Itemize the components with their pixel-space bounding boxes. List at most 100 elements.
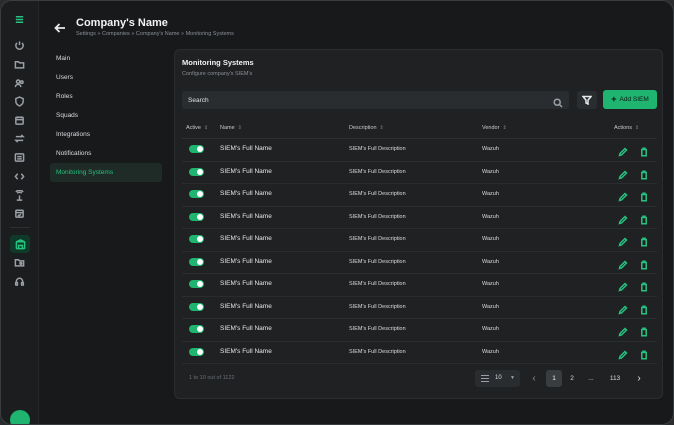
sidebar-item-squads[interactable]: Squads — [50, 106, 162, 125]
calendar-icon[interactable] — [12, 113, 27, 128]
list-icon — [481, 375, 489, 382]
siem-name: SIEM's Full Name — [220, 280, 272, 287]
page-button-1[interactable]: 1 — [546, 370, 562, 387]
trash-icon[interactable] — [639, 212, 649, 224]
edit-icon[interactable] — [618, 189, 628, 202]
prev-page-chevron-icon[interactable]: ‹ — [527, 370, 541, 387]
search-input[interactable] — [182, 91, 542, 109]
active-toggle[interactable] — [189, 190, 204, 198]
rail-divider — [10, 227, 30, 228]
sidebar-item-monitoring-systems[interactable]: Monitoring Systems — [50, 163, 162, 182]
active-toggle[interactable] — [189, 257, 204, 266]
siem-description: SIEM's Full Description — [349, 348, 406, 355]
left-rail — [1, 1, 39, 424]
settings-sidebar: Main Users Roles Squads Integrations Not… — [50, 49, 162, 182]
table-row: SIEM's Full Name SIEM's Full Description… — [182, 162, 657, 184]
edit-icon[interactable] — [618, 257, 628, 270]
active-toggle[interactable] — [189, 235, 204, 243]
trash-icon[interactable] — [639, 234, 649, 247]
siem-description: SIEM's Full Description — [349, 146, 406, 152]
edit-icon[interactable] — [618, 279, 628, 292]
sidebar-item-notifications[interactable]: Notifications — [50, 144, 162, 163]
active-toggle[interactable] — [189, 302, 204, 311]
code-icon[interactable] — [12, 169, 27, 184]
trash-icon[interactable] — [639, 324, 649, 337]
column-label: Description — [349, 125, 377, 131]
siem-vendor: Wazuh — [482, 348, 499, 355]
list-icon[interactable] — [12, 150, 27, 165]
trash-icon[interactable] — [639, 347, 649, 359]
transfer-icon[interactable] — [12, 131, 27, 146]
folder-icon[interactable] — [12, 57, 27, 72]
table-row: SIEM's Full Name SIEM's Full Description… — [182, 342, 657, 364]
siem-vendor: Wazuh — [482, 281, 499, 287]
edit-icon[interactable] — [618, 234, 628, 247]
page-button-113[interactable]: 113 — [605, 370, 625, 387]
siem-description: SIEM's Full Description — [349, 281, 406, 287]
siem-description: SIEM's Full Description — [349, 168, 406, 175]
siem-description: SIEM's Full Description — [349, 303, 406, 310]
sidebar-item-users[interactable]: Users — [50, 68, 162, 87]
table-row: SIEM's Full Name SIEM's Full Description… — [182, 229, 657, 252]
trash-icon[interactable] — [639, 189, 649, 202]
sidebar-item-label: Monitoring Systems — [56, 169, 114, 176]
search-icon[interactable] — [553, 95, 563, 108]
siem-vendor: Wazuh — [482, 326, 499, 332]
trash-icon[interactable] — [639, 302, 649, 314]
table-body: SIEM's Full Name SIEM's Full Description… — [182, 139, 657, 364]
column-header-name[interactable]: Name ⇕ — [220, 125, 242, 131]
add-siem-button[interactable]: + Add SIEM — [603, 90, 657, 109]
column-header-description[interactable]: Description ⇕ — [349, 125, 384, 131]
edit-icon[interactable] — [618, 144, 628, 157]
column-header-active[interactable]: Active ⇕ — [186, 125, 208, 131]
column-label: Active — [186, 125, 201, 131]
active-toggle[interactable] — [189, 145, 204, 153]
page-button-2[interactable]: 2 — [565, 370, 579, 387]
siem-name: SIEM's Full Name — [220, 167, 272, 175]
avatar[interactable] — [10, 410, 30, 424]
add-siem-label: Add SIEM — [619, 96, 649, 103]
table-row: SIEM's Full Name SIEM's Full Description… — [182, 139, 657, 162]
edit-icon[interactable] — [618, 324, 628, 337]
per-page-select[interactable]: 10 ▼ — [475, 370, 520, 387]
sidebar-item-integrations[interactable]: Integrations — [50, 125, 162, 144]
back-arrow-icon[interactable] — [53, 21, 67, 35]
support-icon[interactable] — [12, 274, 27, 289]
table-row: SIEM's Full Name SIEM's Full Description… — [182, 252, 657, 274]
trash-icon[interactable] — [639, 167, 649, 179]
sidebar-item-main[interactable]: Main — [50, 49, 162, 68]
active-toggle[interactable] — [189, 167, 204, 176]
shield-icon[interactable] — [12, 94, 27, 109]
edit-icon[interactable] — [618, 167, 628, 180]
active-toggle[interactable] — [189, 325, 204, 333]
users-icon[interactable] — [12, 76, 27, 91]
edit-icon[interactable] — [618, 347, 628, 360]
next-page-chevron-icon[interactable]: › — [632, 370, 646, 387]
power-icon[interactable] — [12, 38, 27, 53]
edit-icon[interactable] — [618, 302, 628, 315]
active-toggle[interactable] — [189, 280, 204, 288]
app-window: Company's Name Settings » Companies » Co… — [0, 0, 674, 425]
siem-description: SIEM's Full Description — [349, 326, 406, 332]
sidebar-item-roles[interactable]: Roles — [50, 87, 162, 106]
panel-title: Monitoring Systems — [182, 58, 254, 67]
calendar-check-icon[interactable] — [12, 206, 27, 221]
trash-icon[interactable] — [639, 257, 649, 269]
menu-icon[interactable] — [12, 12, 27, 27]
trash-icon[interactable] — [639, 144, 649, 157]
siem-name: SIEM's Full Name — [220, 212, 272, 220]
edit-icon[interactable] — [618, 212, 628, 225]
company-icon[interactable] — [10, 235, 30, 253]
folder-user-icon[interactable] — [12, 255, 27, 270]
column-header-actions[interactable]: Actions ⇕ — [614, 125, 639, 131]
siem-description: SIEM's Full Description — [349, 191, 406, 197]
page-title: Company's Name — [76, 17, 168, 29]
sidebar-item-label: Roles — [56, 93, 73, 100]
active-toggle[interactable] — [189, 347, 204, 356]
breadcrumb: Settings » Companies » Company's Name » … — [76, 31, 234, 37]
filter-button[interactable] — [577, 91, 597, 109]
trash-icon[interactable] — [639, 279, 649, 292]
active-toggle[interactable] — [189, 212, 204, 221]
antenna-icon[interactable] — [12, 188, 27, 203]
column-header-vendor[interactable]: Vendor ⇕ — [482, 125, 507, 131]
